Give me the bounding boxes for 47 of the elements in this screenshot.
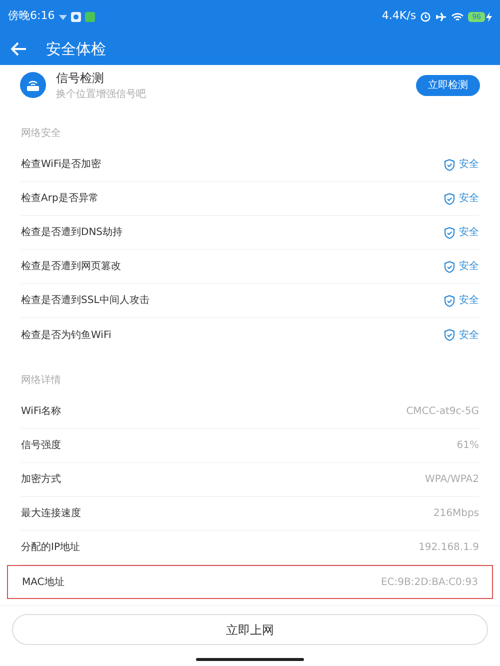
network-speed: 4.4K/s bbox=[382, 8, 416, 24]
shield-check-icon bbox=[444, 329, 455, 341]
check-label: 检查是否为钓鱼WiFi bbox=[21, 328, 112, 342]
airplane-icon bbox=[435, 10, 448, 22]
alarm-icon bbox=[420, 11, 432, 22]
status-time: 傍晚6:16 bbox=[8, 8, 55, 24]
detail-value: EC:9B:2D:BA:C0:93 bbox=[380, 576, 478, 590]
shield-check-icon bbox=[444, 226, 455, 238]
card-title: 信号检测 bbox=[56, 70, 105, 86]
app-icon bbox=[84, 12, 95, 22]
check-label: 检查Arp是否异常 bbox=[21, 192, 98, 206]
connect-button[interactable]: 立即上网 bbox=[12, 614, 488, 645]
notification-icon bbox=[58, 12, 67, 20]
check-result: 安全 bbox=[459, 192, 479, 206]
check-result: 安全 bbox=[459, 294, 479, 308]
section-heading: 网络详情 bbox=[21, 374, 61, 388]
check-label: 检查是否遭到SSL中间人攻击 bbox=[21, 294, 150, 308]
page-title: 安全体检 bbox=[46, 38, 106, 60]
shield-check-icon bbox=[444, 260, 455, 272]
detail-label: 最大连接速度 bbox=[21, 506, 81, 521]
detail-label: WiFi名称 bbox=[21, 405, 62, 419]
detail-value: 192.168.1.9 bbox=[418, 541, 479, 555]
detail-value: CMCC-at9c-5G bbox=[406, 405, 479, 419]
card-subtitle: 换个位置增强信号吧 bbox=[56, 88, 146, 102]
back-icon[interactable] bbox=[11, 42, 27, 56]
wifi-icon bbox=[451, 12, 464, 22]
app-icon bbox=[70, 12, 81, 22]
check-result: 安全 bbox=[459, 226, 479, 240]
detect-button[interactable]: 立即检测 bbox=[416, 74, 480, 96]
shield-check-icon bbox=[444, 192, 455, 204]
section-heading: 网络安全 bbox=[21, 126, 61, 141]
detail-label: 加密方式 bbox=[21, 472, 61, 487]
check-result: 安全 bbox=[459, 260, 479, 274]
check-result: 安全 bbox=[459, 328, 479, 342]
detail-value: 216Mbps bbox=[433, 507, 479, 521]
check-result: 安全 bbox=[459, 158, 479, 172]
shield-check-icon bbox=[444, 294, 455, 306]
router-icon bbox=[20, 72, 46, 98]
detail-label: 分配的IP地址 bbox=[21, 540, 80, 555]
detail-label: 信号强度 bbox=[21, 438, 61, 453]
check-label: 检查是否遭到网页篡改 bbox=[21, 260, 121, 274]
shield-check-icon bbox=[444, 158, 455, 170]
check-label: 检查是否遭到DNS劫持 bbox=[21, 226, 123, 240]
detail-label: MAC地址 bbox=[22, 576, 64, 590]
detail-value: WPA/WPA2 bbox=[425, 473, 479, 487]
check-label: 检查WiFi是否加密 bbox=[21, 158, 102, 172]
detail-value: 61% bbox=[456, 439, 479, 453]
